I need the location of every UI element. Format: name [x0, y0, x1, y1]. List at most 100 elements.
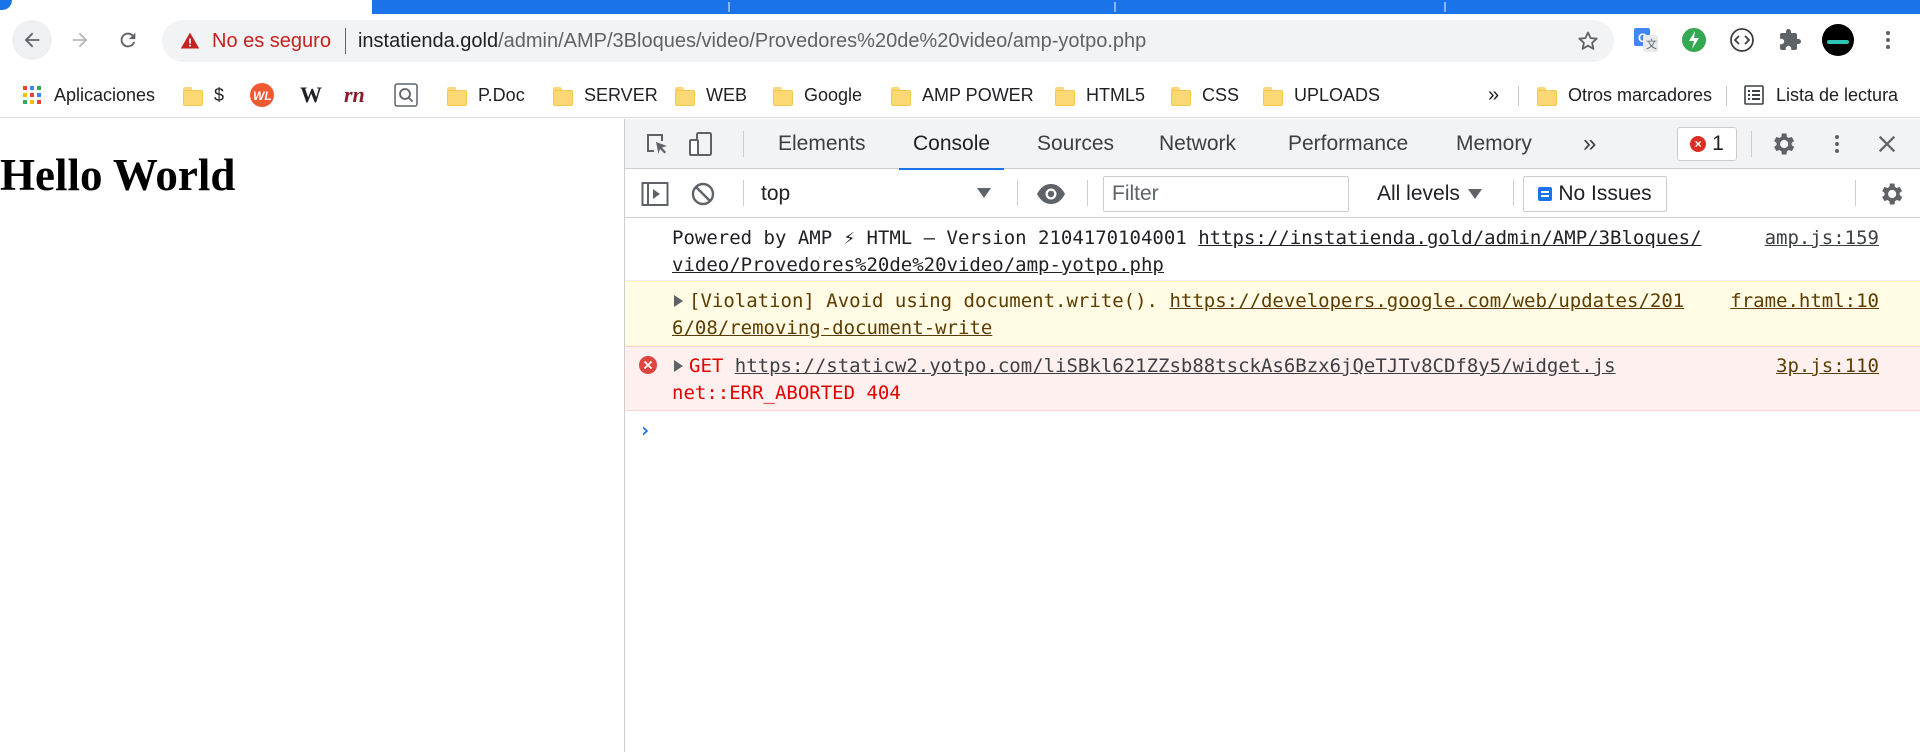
- warning-icon: [180, 32, 200, 49]
- bookmarks-overflow-button[interactable]: »: [1488, 80, 1499, 110]
- log-levels-dropdown[interactable]: All levels: [1377, 178, 1482, 210]
- tab-sources[interactable]: Sources: [1037, 119, 1114, 169]
- bookmark-folder-pdoc[interactable]: P.Doc: [446, 80, 525, 110]
- browser-menu-button[interactable]: [1870, 22, 1906, 58]
- tab-network[interactable]: Network: [1159, 119, 1236, 169]
- bookmark-folder-web[interactable]: WEB: [674, 80, 747, 110]
- clear-console-button[interactable]: [687, 178, 719, 210]
- show-sidebar-button[interactable]: [639, 178, 671, 210]
- bookmark-dollar[interactable]: $: [182, 80, 224, 110]
- devtools-panel: Elements Console Sources Network Perform…: [624, 119, 1920, 752]
- gear-icon: [1774, 133, 1795, 155]
- issues-label: No Issues: [1558, 182, 1652, 205]
- apps-grid-icon: [23, 86, 41, 104]
- bookmark-w[interactable]: W: [300, 80, 322, 110]
- page-heading: Hello World: [0, 150, 236, 200]
- folder-icon: [1054, 85, 1075, 106]
- reading-list-button[interactable]: Lista de lectura: [1744, 80, 1898, 110]
- more-tabs-button[interactable]: »: [1583, 119, 1596, 169]
- message-source-link[interactable]: amp.js:159: [1765, 225, 1879, 252]
- back-button[interactable]: [12, 20, 52, 60]
- error-count-badge[interactable]: × 1: [1677, 127, 1737, 161]
- issues-button[interactable]: No Issues: [1523, 176, 1667, 212]
- browser-toolbar: No es seguro instatienda.gold/admin/AMP/…: [0, 14, 1920, 72]
- live-expression-button[interactable]: [1035, 178, 1067, 210]
- error-icon: [639, 356, 657, 374]
- clear-console-icon: [691, 182, 715, 206]
- code-extension[interactable]: [1724, 22, 1760, 58]
- console-settings-button[interactable]: [1875, 178, 1907, 210]
- expand-triangle-icon[interactable]: [674, 360, 683, 372]
- address-divider: [344, 28, 346, 54]
- page-viewport: Hello World: [0, 119, 624, 752]
- inactive-tabs[interactable]: [372, 0, 1920, 14]
- inspect-element-button[interactable]: [641, 128, 673, 160]
- chevron-double-icon: »: [1488, 83, 1500, 106]
- toolbar-separator: [1017, 180, 1018, 206]
- toolbar-separator: [1087, 180, 1088, 206]
- folder-icon: [1262, 85, 1283, 106]
- devtools-menu-button[interactable]: [1821, 128, 1853, 160]
- issues-message-icon: [1538, 187, 1553, 201]
- error-count: 1: [1712, 132, 1724, 155]
- folder-icon: [772, 85, 793, 106]
- message-body: [Violation] Avoid using document.write()…: [672, 288, 1704, 342]
- bookmark-other[interactable]: Otros marcadores: [1536, 80, 1712, 110]
- translate-extension[interactable]: G文: [1628, 22, 1664, 58]
- kebab-menu-icon: [1835, 135, 1839, 153]
- folder-icon: [182, 85, 203, 106]
- bookmark-folder-server[interactable]: SERVER: [552, 80, 658, 110]
- reload-button[interactable]: [108, 20, 148, 60]
- message-text: [Violation] Avoid using document.write()…: [689, 290, 1170, 312]
- bookmark-label: CSS: [1202, 84, 1240, 105]
- avatar[interactable]: [1822, 24, 1854, 56]
- bookmark-folder-html5[interactable]: HTML5: [1054, 80, 1145, 110]
- device-toolbar-button[interactable]: [685, 128, 717, 160]
- context-selector[interactable]: top: [761, 178, 1001, 210]
- bookmark-label: SERVER: [584, 84, 658, 105]
- active-tab-edge[interactable]: [0, 0, 12, 10]
- translate-icon: G文: [1634, 28, 1658, 52]
- bookmark-wl[interactable]: WL: [250, 80, 274, 110]
- console-prompt-row[interactable]: ›: [625, 411, 1920, 451]
- bookmark-label: HTML5: [1086, 84, 1146, 105]
- bookmark-search[interactable]: [394, 80, 418, 110]
- code-extension-icon: [1730, 28, 1754, 52]
- console-warning-message: [Violation] Avoid using document.write()…: [625, 281, 1920, 346]
- device-icon: [689, 132, 712, 156]
- chevron-down-icon: [1467, 189, 1482, 199]
- bookmark-folder-amp-power[interactable]: AMP POWER: [890, 80, 1034, 110]
- bookmark-separator: [1518, 86, 1519, 106]
- bookmark-label: P.Doc: [478, 84, 525, 105]
- tab-elements[interactable]: Elements: [778, 119, 866, 169]
- url-text[interactable]: instatienda.gold/admin/AMP/3Bloques/vide…: [358, 30, 1146, 53]
- console-filter-input[interactable]: [1103, 176, 1349, 212]
- bookmark-apps[interactable]: Aplicaciones: [22, 80, 155, 110]
- close-devtools-button[interactable]: [1871, 128, 1903, 160]
- tab-strip: [0, 0, 1920, 14]
- sidebar-toggle-icon: [641, 182, 669, 206]
- devtools-settings-button[interactable]: [1767, 128, 1799, 160]
- tab-console[interactable]: Console: [898, 119, 1005, 170]
- star-icon[interactable]: [1576, 29, 1600, 53]
- bookmark-rn[interactable]: rn: [344, 80, 365, 110]
- forward-button[interactable]: [60, 20, 100, 60]
- extensions-button[interactable]: [1772, 22, 1808, 58]
- search-box-icon: [394, 83, 418, 107]
- bookmark-folder-css[interactable]: CSS: [1170, 80, 1239, 110]
- message-link[interactable]: https://staticw2.yotpo.com/liSBkl621ZZsb…: [735, 355, 1616, 377]
- expand-triangle-icon[interactable]: [674, 295, 683, 307]
- bookmark-folder-uploads[interactable]: UPLOADS: [1262, 80, 1380, 110]
- folder-icon: [552, 85, 573, 106]
- address-bar[interactable]: No es seguro instatienda.gold/admin/AMP/…: [162, 20, 1614, 62]
- bookmark-label: UPLOADS: [1294, 84, 1381, 105]
- bookmark-folder-google[interactable]: Google: [772, 80, 862, 110]
- message-source-link[interactable]: frame.html:10: [1730, 288, 1879, 315]
- tab-memory[interactable]: Memory: [1456, 119, 1532, 169]
- message-source-link[interactable]: 3p.js:110: [1776, 353, 1879, 380]
- tab-performance[interactable]: Performance: [1288, 119, 1408, 169]
- green-extension[interactable]: [1676, 22, 1712, 58]
- security-label[interactable]: No es seguro: [212, 30, 331, 53]
- reload-icon: [120, 32, 136, 48]
- toolbar-separator: [743, 180, 744, 206]
